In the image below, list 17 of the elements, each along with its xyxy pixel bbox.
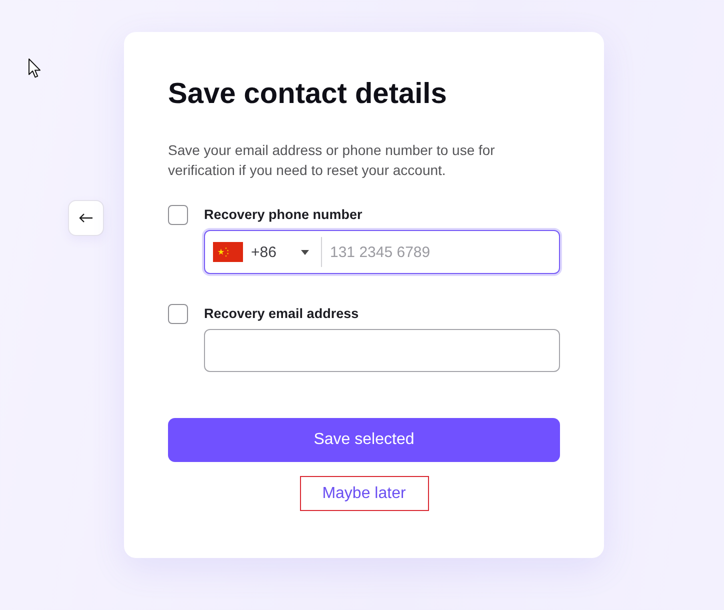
phone-field[interactable]: +86 131 2345 6789 xyxy=(204,230,560,274)
country-code-select[interactable]: +86 xyxy=(205,237,321,267)
dialog-title: Save contact details xyxy=(168,77,447,112)
checkbox[interactable] xyxy=(168,304,188,324)
back-button[interactable] xyxy=(68,200,104,236)
flag-icon xyxy=(213,242,243,262)
email-input[interactable] xyxy=(204,329,560,372)
checkbox[interactable] xyxy=(168,205,188,225)
field-label: Recovery phone number xyxy=(204,206,362,224)
save-selected-button[interactable]: Save selected xyxy=(168,418,560,462)
cursor-icon xyxy=(28,58,42,79)
caret-icon xyxy=(301,250,309,254)
phone-number-input[interactable]: 131 2345 6789 xyxy=(321,237,559,267)
field-label: Recovery email address xyxy=(204,305,359,323)
arrow-left-icon xyxy=(79,213,93,223)
maybe-later-button[interactable]: Maybe later xyxy=(300,476,428,511)
description-text: Save your email address or phone number to use for verification if you need to reset your account. xyxy=(168,141,496,180)
